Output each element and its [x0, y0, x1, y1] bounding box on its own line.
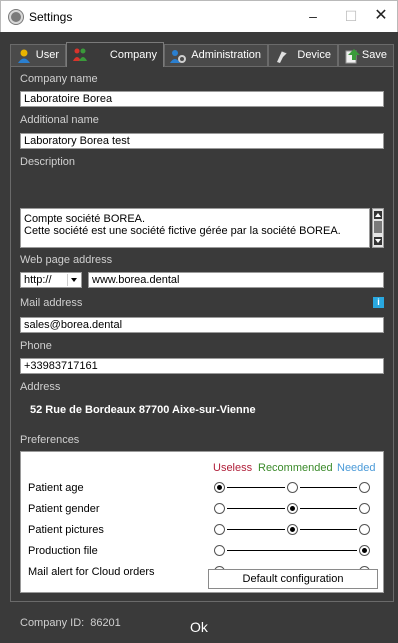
tab-save-label: Save: [361, 49, 387, 61]
preference-label: Patient pictures: [28, 524, 104, 536]
description-scrollbar[interactable]: [372, 208, 384, 248]
address-label: Address: [20, 381, 61, 393]
description-field[interactable]: Compte société BOREA. Cette société est …: [20, 208, 370, 248]
title-bar: Settings – ☐ ✕: [0, 0, 398, 32]
web-page-field[interactable]: www.borea.dental: [88, 272, 384, 288]
window-title: Settings: [29, 10, 73, 24]
scroll-up-icon[interactable]: [374, 211, 382, 219]
minimize-button[interactable]: –: [293, 5, 333, 29]
radio-useless[interactable]: [214, 482, 225, 493]
additional-name-label: Additional name: [20, 114, 99, 126]
radio-recommended[interactable]: [287, 482, 298, 493]
device-icon: [277, 50, 288, 63]
header-useless: Useless: [213, 462, 253, 474]
radio-track: [227, 508, 285, 509]
preference-label: Production file: [28, 545, 98, 557]
preference-row: Patient pictures: [21, 521, 385, 539]
company-name-field[interactable]: Laboratoire Borea: [20, 91, 384, 107]
tab-device[interactable]: Device: [268, 44, 338, 66]
tab-user-label: User: [35, 49, 59, 61]
preferences-box: Useless Recommended Needed Patient age Pa…: [20, 451, 384, 593]
radio-useless[interactable]: [214, 524, 225, 535]
phone-field[interactable]: +33983717161: [20, 358, 384, 374]
settings-app-icon: [9, 10, 23, 24]
tab-bar: User Company Administration Device Save: [10, 42, 394, 67]
description-line-2: Cette société est une société fictive gé…: [24, 225, 341, 237]
tab-company-label: Company: [109, 49, 157, 61]
save-icon: [345, 49, 360, 64]
scroll-thumb[interactable]: [374, 221, 382, 233]
tab-administration[interactable]: Administration: [164, 44, 268, 66]
protocol-value: http://: [24, 274, 52, 286]
radio-recommended[interactable]: [287, 503, 298, 514]
phone-label: Phone: [20, 340, 52, 352]
header-needed: Needed: [337, 462, 376, 474]
mail-label: Mail address: [20, 297, 83, 309]
header-recommended: Recommended: [258, 462, 333, 474]
radio-track: [227, 529, 285, 530]
preference-row: Patient age: [21, 479, 385, 497]
tab-administration-label: Administration: [191, 49, 261, 61]
company-icon: [73, 48, 87, 61]
chevron-down-icon: [67, 274, 79, 286]
tab-save[interactable]: Save: [338, 44, 394, 66]
tab-company[interactable]: Company: [66, 42, 164, 67]
preference-label: Patient gender: [28, 503, 100, 515]
company-panel: Company name Laboratoire Borea Additiona…: [10, 66, 394, 629]
additional-name-field[interactable]: Laboratory Borea test: [20, 133, 384, 149]
address-value: 52 Rue de Bordeaux 87700 Aixe-sur-Vienne: [30, 404, 256, 416]
mail-field[interactable]: sales@borea.dental: [20, 317, 384, 333]
user-icon: [18, 49, 30, 63]
administration-icon: [170, 50, 186, 63]
tab-user[interactable]: User: [10, 44, 66, 66]
radio-needed[interactable]: [359, 545, 370, 556]
radio-track: [227, 550, 357, 551]
radio-needed[interactable]: [359, 524, 370, 535]
default-configuration-button[interactable]: Default configuration: [208, 569, 378, 589]
description-label: Description: [20, 156, 76, 168]
preference-label: Patient age: [28, 482, 84, 494]
company-name-label: Company name: [20, 73, 98, 85]
close-button[interactable]: ✕: [361, 5, 398, 29]
preference-label: Mail alert for Cloud orders: [28, 566, 155, 578]
scroll-down-icon[interactable]: [374, 237, 382, 245]
ok-button[interactable]: Ok: [0, 611, 398, 643]
radio-track: [300, 487, 357, 488]
description-line-1: Compte société BOREA.: [24, 213, 146, 225]
radio-needed[interactable]: [359, 503, 370, 514]
preference-row: Production file: [21, 542, 385, 560]
preferences-label: Preferences: [20, 434, 80, 446]
preference-row: Patient gender: [21, 500, 385, 518]
tab-device-label: Device: [297, 49, 331, 61]
dialog-body: User Company Administration Device Save …: [0, 32, 398, 643]
radio-track: [300, 529, 357, 530]
protocol-select[interactable]: http://: [20, 272, 82, 288]
web-page-label: Web page address: [20, 254, 113, 266]
radio-track: [300, 508, 357, 509]
radio-useless[interactable]: [214, 545, 225, 556]
info-icon[interactable]: i: [373, 297, 384, 308]
radio-recommended[interactable]: [287, 524, 298, 535]
radio-useless[interactable]: [214, 503, 225, 514]
radio-needed[interactable]: [359, 482, 370, 493]
radio-track: [227, 487, 285, 488]
